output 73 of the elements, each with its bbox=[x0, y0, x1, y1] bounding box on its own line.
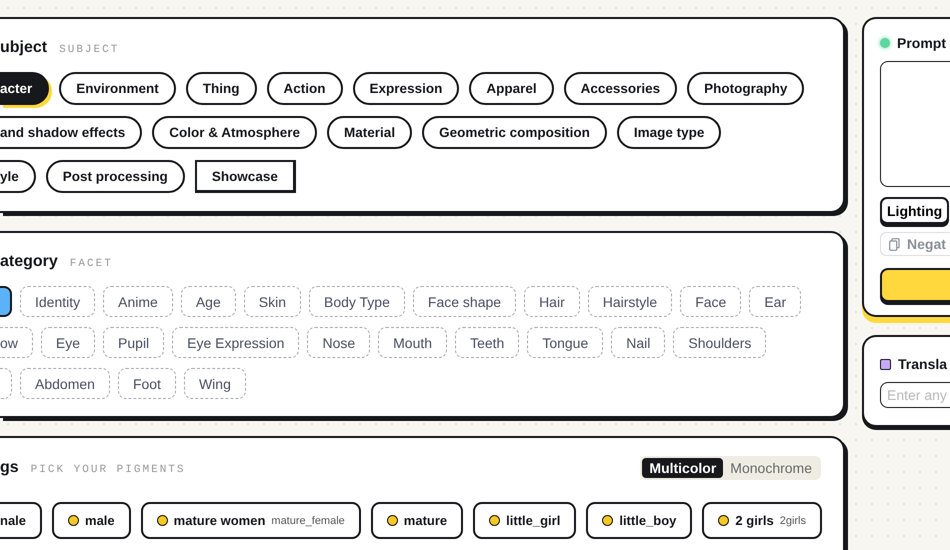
subject-chip[interactable]: Showcase bbox=[194, 160, 296, 193]
facet-chip[interactable]: Mouth bbox=[378, 327, 448, 358]
facet-chip[interactable]: Pupil bbox=[103, 327, 164, 358]
subject-chip[interactable]: Environment bbox=[59, 72, 176, 105]
tag-chip[interactable]: nale bbox=[0, 502, 42, 539]
facet-chip[interactable]: Identity bbox=[20, 286, 96, 317]
facet-chip[interactable]: Hairstyle bbox=[588, 286, 672, 317]
tag-alias: 2girls bbox=[780, 514, 806, 526]
card-title: ategory bbox=[0, 253, 58, 271]
subject-chip[interactable]: Action bbox=[266, 72, 343, 105]
lighting-chip[interactable]: Lighting bbox=[880, 197, 950, 224]
subject-chip[interactable]: yle bbox=[0, 160, 36, 193]
mode-option[interactable]: Multicolor bbox=[642, 458, 724, 478]
panel-title: Prompt bbox=[897, 35, 946, 51]
subject-chip[interactable]: and shadow effects bbox=[0, 116, 142, 149]
facet-chip[interactable]: ow bbox=[0, 327, 33, 358]
card-title: ubject bbox=[0, 39, 48, 57]
facet-chip[interactable]: Nose bbox=[307, 327, 370, 358]
subject-chip[interactable]: Expression bbox=[352, 72, 460, 105]
tag-chip[interactable]: little_boy bbox=[586, 502, 692, 539]
card-subtitle: FACET bbox=[70, 258, 113, 270]
facet-chip[interactable]: Tongue bbox=[527, 327, 604, 358]
facet-chip[interactable]: Body Type bbox=[308, 286, 405, 317]
panel-title: Transla bbox=[898, 356, 948, 372]
tag-chip[interactable]: mature bbox=[370, 502, 464, 539]
subject-chip[interactable]: acter bbox=[0, 72, 50, 105]
subject-chip[interactable]: Geometric composition bbox=[422, 116, 607, 149]
tag-label: 2 girls bbox=[735, 513, 774, 528]
square-icon bbox=[880, 358, 891, 370]
facet-chip[interactable]: Age bbox=[180, 286, 236, 317]
facet-chip[interactable]: Wing bbox=[184, 368, 246, 399]
subject-chip[interactable]: Material bbox=[327, 116, 412, 149]
prompt-field[interactable] bbox=[880, 61, 950, 187]
facet-chip[interactable]: Abdomen bbox=[20, 368, 110, 399]
facet-chip[interactable]: Hair bbox=[524, 286, 580, 317]
subject-chip[interactable]: Accessories bbox=[564, 72, 678, 105]
facet-chip[interactable]: Teeth bbox=[455, 327, 520, 358]
tag-label: nale bbox=[0, 513, 26, 528]
status-dot-icon bbox=[880, 38, 890, 48]
tag-chip[interactable]: mature women mature_female bbox=[140, 502, 361, 539]
tag-label: mature bbox=[404, 513, 448, 528]
subject-chip[interactable]: Thing bbox=[186, 72, 257, 105]
facet-chip[interactable]: Shoulders bbox=[673, 327, 766, 358]
facet-chip[interactable]: Skin bbox=[244, 286, 301, 317]
card-title: gs bbox=[0, 459, 19, 477]
subject-chip[interactable]: Photography bbox=[687, 72, 804, 105]
facet-chip[interactable]: Foot bbox=[118, 368, 176, 399]
translate-field[interactable]: Enter any bbox=[880, 382, 950, 408]
tag-label: mature women bbox=[174, 513, 266, 528]
facet-chip[interactable]: Anime bbox=[103, 286, 173, 317]
card-subtitle: SUBJECT bbox=[59, 44, 120, 56]
facet-chip[interactable]: Nail bbox=[611, 327, 666, 358]
mode-option[interactable]: Monochrome bbox=[723, 458, 819, 478]
generate-button[interactable] bbox=[880, 268, 950, 302]
subject-chip[interactable]: Post processing bbox=[46, 160, 185, 193]
facet-chip[interactable]: Ear bbox=[749, 286, 802, 317]
subject-chip[interactable]: Color & Atmosphere bbox=[152, 116, 318, 149]
tag-label: little_girl bbox=[506, 513, 560, 528]
facet-chip[interactable]: Eye bbox=[40, 327, 96, 358]
facet-chip[interactable]: Face shape bbox=[412, 286, 516, 317]
facet-chip[interactable] bbox=[0, 286, 12, 317]
tag-chip[interactable]: male bbox=[52, 502, 131, 539]
copy-icon bbox=[889, 238, 900, 250]
tag-label: male bbox=[85, 513, 115, 528]
tag-label: little_boy bbox=[619, 513, 676, 528]
subject-chip[interactable]: Apparel bbox=[469, 72, 554, 105]
card-subtitle: PICK YOUR PIGMENTS bbox=[30, 464, 186, 476]
facet-chip[interactable]: Face bbox=[680, 286, 742, 317]
subject-chip[interactable]: Image type bbox=[616, 116, 722, 149]
facet-chip[interactable]: Eye Expression bbox=[172, 327, 300, 358]
tag-alias: mature_female bbox=[271, 514, 345, 526]
tag-chip[interactable]: little_girl bbox=[473, 502, 576, 539]
tag-chip[interactable]: 2 girls 2girls bbox=[702, 502, 822, 539]
